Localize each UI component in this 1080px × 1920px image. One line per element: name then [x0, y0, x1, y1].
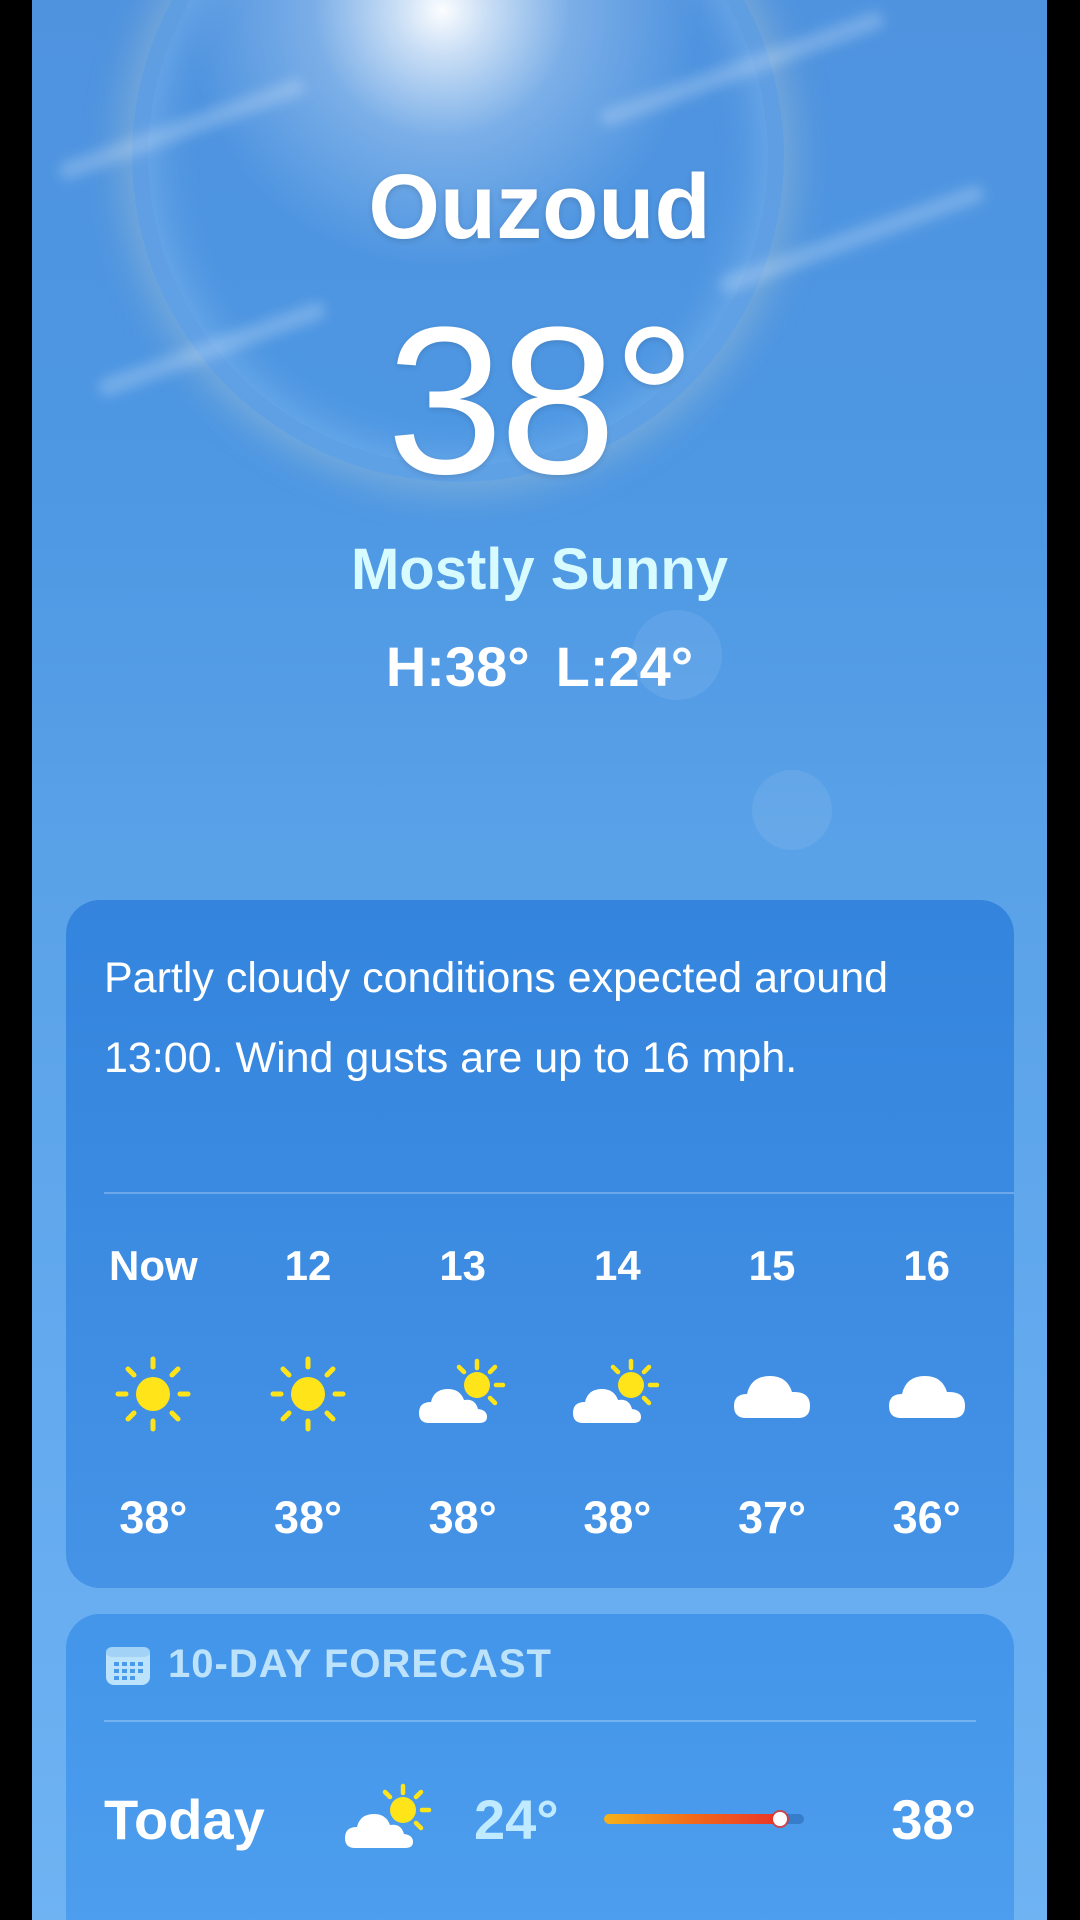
ten-day-forecast-card[interactable]: 10-DAY FORECAST Today 24° 38°: [66, 1614, 1014, 1920]
day-low-temp: 24°: [474, 1787, 559, 1851]
day-high-temp: 38°: [891, 1787, 976, 1851]
day-name: Today: [104, 1787, 265, 1851]
range-fill: [604, 1814, 780, 1824]
sun-icon: [76, 1334, 231, 1454]
high-low: H:38° L:24°: [32, 634, 1047, 699]
divider: [104, 1192, 1014, 1194]
hour-temp: 38°: [119, 1492, 188, 1543]
hourly-forecast-card[interactable]: Partly cloudy conditions expected around…: [66, 900, 1014, 1588]
current-temperature: 38°: [386, 283, 697, 518]
weather-screen[interactable]: Ouzoud 38° Mostly Sunny H:38° L:24° Partl…: [32, 0, 1047, 1920]
divider: [104, 1720, 976, 1722]
conditions-summary: Partly cloudy conditions expected around…: [104, 954, 889, 1082]
calendar-icon: [106, 1646, 150, 1685]
low-temp: L:24°: [555, 635, 694, 698]
temperature-range-bar: [604, 1812, 804, 1826]
hour-time: 12: [284, 1242, 332, 1289]
forecast-day-row[interactable]: Today 24° 38°: [104, 1754, 976, 1884]
hour-time: 16: [903, 1242, 951, 1289]
hour-item[interactable]: 15 37°: [695, 1236, 850, 1544]
current-condition: Mostly Sunny: [350, 537, 729, 602]
right-letterbox: [1047, 0, 1080, 1920]
hour-item[interactable]: 12 38°: [231, 1236, 386, 1544]
lens-flare: [752, 770, 832, 850]
city-name: Ouzoud: [368, 156, 711, 258]
cloud-icon: [695, 1334, 850, 1454]
hour-temp: 37°: [737, 1492, 807, 1543]
hour-temp: 36°: [892, 1492, 961, 1543]
cloud-icon: [849, 1334, 1004, 1454]
hour-temp: 38°: [428, 1492, 497, 1543]
partly-cloudy-icon: [334, 1764, 444, 1874]
hour-item[interactable]: Now 38°: [76, 1236, 231, 1544]
hour-temp: 38°: [583, 1492, 652, 1543]
hour-time: 14: [593, 1242, 641, 1289]
forecast-header: 10-DAY FORECAST: [104, 1642, 552, 1687]
hour-time: 13: [439, 1242, 487, 1289]
hourly-list[interactable]: Now 38° 12 38° 13 38° 14 38° 15 37° 16 3…: [76, 1236, 1004, 1544]
high-temp: H:38°: [385, 635, 530, 698]
partly-cloudy-icon: [385, 1334, 540, 1454]
hour-time: Now: [109, 1242, 198, 1289]
forecast-header-label: 10-DAY FORECAST: [168, 1642, 552, 1686]
sun-icon: [231, 1334, 386, 1454]
partly-cloudy-icon: [540, 1334, 695, 1454]
hour-item[interactable]: 16 36°: [849, 1236, 1004, 1544]
hour-time: 15: [748, 1242, 796, 1289]
hour-item[interactable]: 14 38°: [540, 1236, 695, 1544]
left-letterbox: [0, 0, 32, 1920]
current-temp-marker: [773, 1812, 787, 1826]
hour-item[interactable]: 13 38°: [385, 1236, 540, 1544]
hour-temp: 38°: [273, 1492, 343, 1543]
